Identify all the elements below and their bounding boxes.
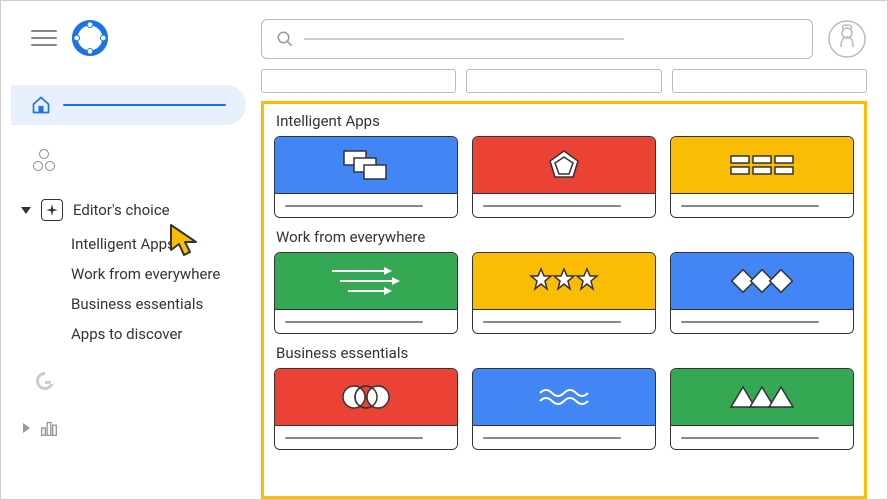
nav-home[interactable] <box>11 85 246 125</box>
overlapping-circles-icon <box>336 383 396 411</box>
nav-reports[interactable] <box>11 417 261 439</box>
arrows-right-icon <box>326 263 406 299</box>
pentagon-icon <box>546 147 582 183</box>
app-card[interactable] <box>274 252 458 334</box>
app-card[interactable] <box>670 252 854 334</box>
card-hero <box>473 369 655 425</box>
card-hero <box>275 369 457 425</box>
app-card[interactable] <box>472 368 656 450</box>
profile-avatar[interactable] <box>827 19 867 59</box>
card-footer <box>671 309 853 333</box>
main-content: Intelligent Apps <box>261 1 887 499</box>
home-icon <box>31 95 51 115</box>
card-hero <box>275 137 457 193</box>
card-footer <box>671 425 853 449</box>
search-icon <box>276 30 294 48</box>
filter-tabs <box>261 69 867 93</box>
card-hero <box>473 137 655 193</box>
card-footer <box>473 193 655 217</box>
card-footer <box>275 193 457 217</box>
app-card[interactable] <box>670 136 854 218</box>
caret-down-icon <box>21 207 31 214</box>
section-title-work-from-everywhere: Work from everywhere <box>276 228 854 246</box>
search-placeholder <box>304 38 624 40</box>
category-intelligent-apps[interactable]: Intelligent Apps <box>71 229 261 259</box>
nav-home-placeholder <box>63 104 226 106</box>
search-input[interactable] <box>261 19 813 59</box>
filter-tab[interactable] <box>466 69 661 93</box>
diamonds-icon <box>727 267 797 295</box>
sidebar: Editor's choice Intelligent Apps Work fr… <box>1 1 261 499</box>
card-row <box>274 136 854 218</box>
sparkle-icon <box>41 199 63 221</box>
section-title-intelligent-apps: Intelligent Apps <box>276 112 854 130</box>
circles-icon <box>33 149 55 171</box>
stacked-squares-icon <box>336 147 396 183</box>
card-row <box>274 252 854 334</box>
caret-right-icon <box>23 423 30 433</box>
card-footer <box>473 425 655 449</box>
section-title-business-essentials: Business essentials <box>276 344 854 362</box>
nav-categories[interactable] <box>11 149 261 171</box>
logo-icon <box>71 19 109 57</box>
filter-tab[interactable] <box>672 69 867 93</box>
app-card[interactable] <box>274 368 458 450</box>
category-apps-to-discover[interactable]: Apps to discover <box>71 319 261 349</box>
card-hero <box>671 369 853 425</box>
card-hero <box>671 253 853 309</box>
waves-icon <box>534 383 594 411</box>
card-row <box>274 368 854 450</box>
app-card[interactable] <box>472 252 656 334</box>
triangles-icon <box>727 383 797 411</box>
google-g-icon <box>33 369 57 393</box>
card-footer <box>473 309 655 333</box>
app-card[interactable] <box>472 136 656 218</box>
highlighted-content: Intelligent Apps <box>261 101 867 499</box>
top-bar <box>261 19 867 59</box>
editors-choice-label: Editor's choice <box>73 201 170 219</box>
sidebar-header <box>11 19 261 57</box>
nav-google[interactable] <box>11 369 261 397</box>
card-footer <box>671 193 853 217</box>
category-work-from-everywhere[interactable]: Work from everywhere <box>71 259 261 289</box>
hamburger-menu-icon[interactable] <box>31 30 57 46</box>
card-hero <box>275 253 457 309</box>
card-hero <box>473 253 655 309</box>
nav-editors-choice[interactable]: Editor's choice <box>11 199 261 221</box>
grid-blocks-icon <box>727 153 797 177</box>
card-footer <box>275 425 457 449</box>
category-business-essentials[interactable]: Business essentials <box>71 289 261 319</box>
category-list: Intelligent Apps Work from everywhere Bu… <box>11 229 261 349</box>
card-footer <box>275 309 457 333</box>
stars-icon <box>529 267 599 295</box>
app-card[interactable] <box>274 136 458 218</box>
card-hero <box>671 137 853 193</box>
filter-tab[interactable] <box>261 69 456 93</box>
bar-chart-icon <box>38 417 60 439</box>
app-card[interactable] <box>670 368 854 450</box>
